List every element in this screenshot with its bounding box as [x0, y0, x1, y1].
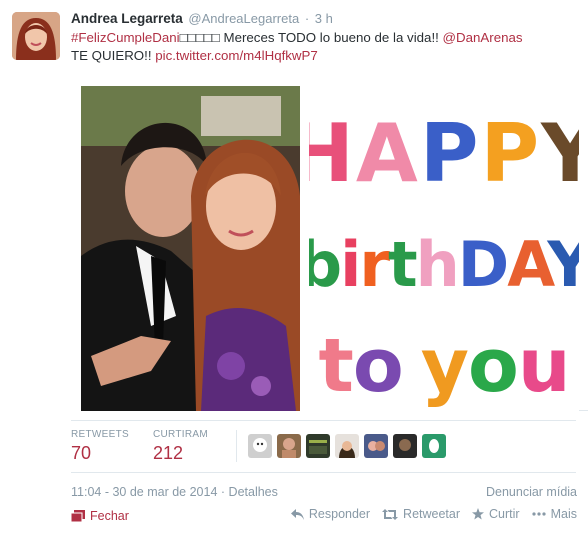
- close-label: Fechar: [90, 509, 129, 523]
- likes-count: 212: [153, 443, 184, 463]
- tweet-timestamp: 11:04 - 30 de mar de 2014: [71, 485, 218, 499]
- close-button[interactable]: Fechar: [71, 509, 129, 523]
- retweet-icon: [382, 508, 399, 520]
- retweet-button[interactable]: Retweetar: [382, 507, 460, 521]
- hashtag-link[interactable]: #FelizCumpleDani: [71, 30, 180, 45]
- tweet-header: Andrea Legarreta @AndreaLegarreta · 3 h: [71, 11, 333, 26]
- favorite-label: Curtir: [489, 507, 520, 521]
- author-fullname[interactable]: Andrea Legarreta: [71, 11, 183, 26]
- favoriter-avatar[interactable]: [335, 434, 359, 458]
- star-icon: [472, 508, 485, 520]
- author-screenname[interactable]: @AndreaLegarreta: [188, 11, 299, 26]
- reply-button[interactable]: Responder: [290, 507, 371, 521]
- card-line-happy: HAPPY: [309, 107, 579, 200]
- favoriter-avatar[interactable]: [277, 434, 301, 458]
- media-edge-line: [579, 410, 588, 411]
- details-link[interactable]: Detalhes: [229, 485, 278, 499]
- gallery-icon: [71, 510, 85, 522]
- photo-couple[interactable]: [81, 86, 300, 411]
- favoriter-avatars: [248, 434, 446, 458]
- card-line-birthday: birthDAY: [309, 228, 579, 301]
- pic-link[interactable]: pic.twitter.com/m4lHqfkwP7: [155, 48, 318, 63]
- favoriter-avatar[interactable]: [248, 434, 272, 458]
- stats-separator: [236, 430, 237, 462]
- tweet-meta: 11:04 - 30 de mar de 2014 · Detalhes: [71, 485, 278, 499]
- reply-icon: [290, 508, 304, 520]
- tweet-time[interactable]: 3 h: [315, 11, 333, 26]
- report-media-link[interactable]: Denunciar mídia: [486, 485, 577, 499]
- stats-divider-bottom: [71, 472, 576, 473]
- more-label: Mais: [550, 507, 577, 521]
- favoriter-avatar[interactable]: [393, 434, 417, 458]
- retweets-stat[interactable]: RETWEETS 70: [71, 429, 129, 464]
- more-button[interactable]: Mais: [531, 507, 577, 521]
- favoriter-avatar[interactable]: [364, 434, 388, 458]
- retweets-label: RETWEETS: [71, 429, 129, 440]
- card-line-to-you: to you: [319, 323, 570, 409]
- favorite-button[interactable]: Curtir: [472, 507, 520, 521]
- tweet: Andrea Legarreta @AndreaLegarreta · 3 h …: [0, 0, 588, 535]
- tweet-text: #FelizCumpleDani□□□□□ Mereces TODO lo bu…: [71, 29, 576, 65]
- photo-birthday-card[interactable]: HAPPY birthDAY to you: [309, 86, 579, 411]
- retweet-label: Retweetar: [403, 507, 461, 521]
- favoriter-avatar[interactable]: [306, 434, 330, 458]
- stats-divider-top: [71, 420, 576, 421]
- tweet-text-body: Mereces TODO lo bueno de la vida!!: [219, 30, 443, 45]
- emoji-glyphs: □□□□□: [179, 30, 220, 45]
- header-separator: ·: [304, 11, 310, 26]
- retweets-count: 70: [71, 443, 92, 463]
- more-dots-icon: [531, 512, 546, 516]
- favoriter-avatar[interactable]: [422, 434, 446, 458]
- likes-stat[interactable]: CURTIRAM 212: [153, 429, 208, 464]
- tweet-text-body-2: TE QUIERO!!: [71, 48, 156, 63]
- tweet-actions: Responder Retweetar Curtir Mais: [290, 507, 577, 521]
- avatar[interactable]: [12, 12, 60, 60]
- reply-label: Responder: [308, 507, 371, 521]
- mention-link[interactable]: @DanArenas: [443, 30, 523, 45]
- meta-separator: ·: [220, 485, 226, 499]
- likes-label: CURTIRAM: [153, 429, 208, 440]
